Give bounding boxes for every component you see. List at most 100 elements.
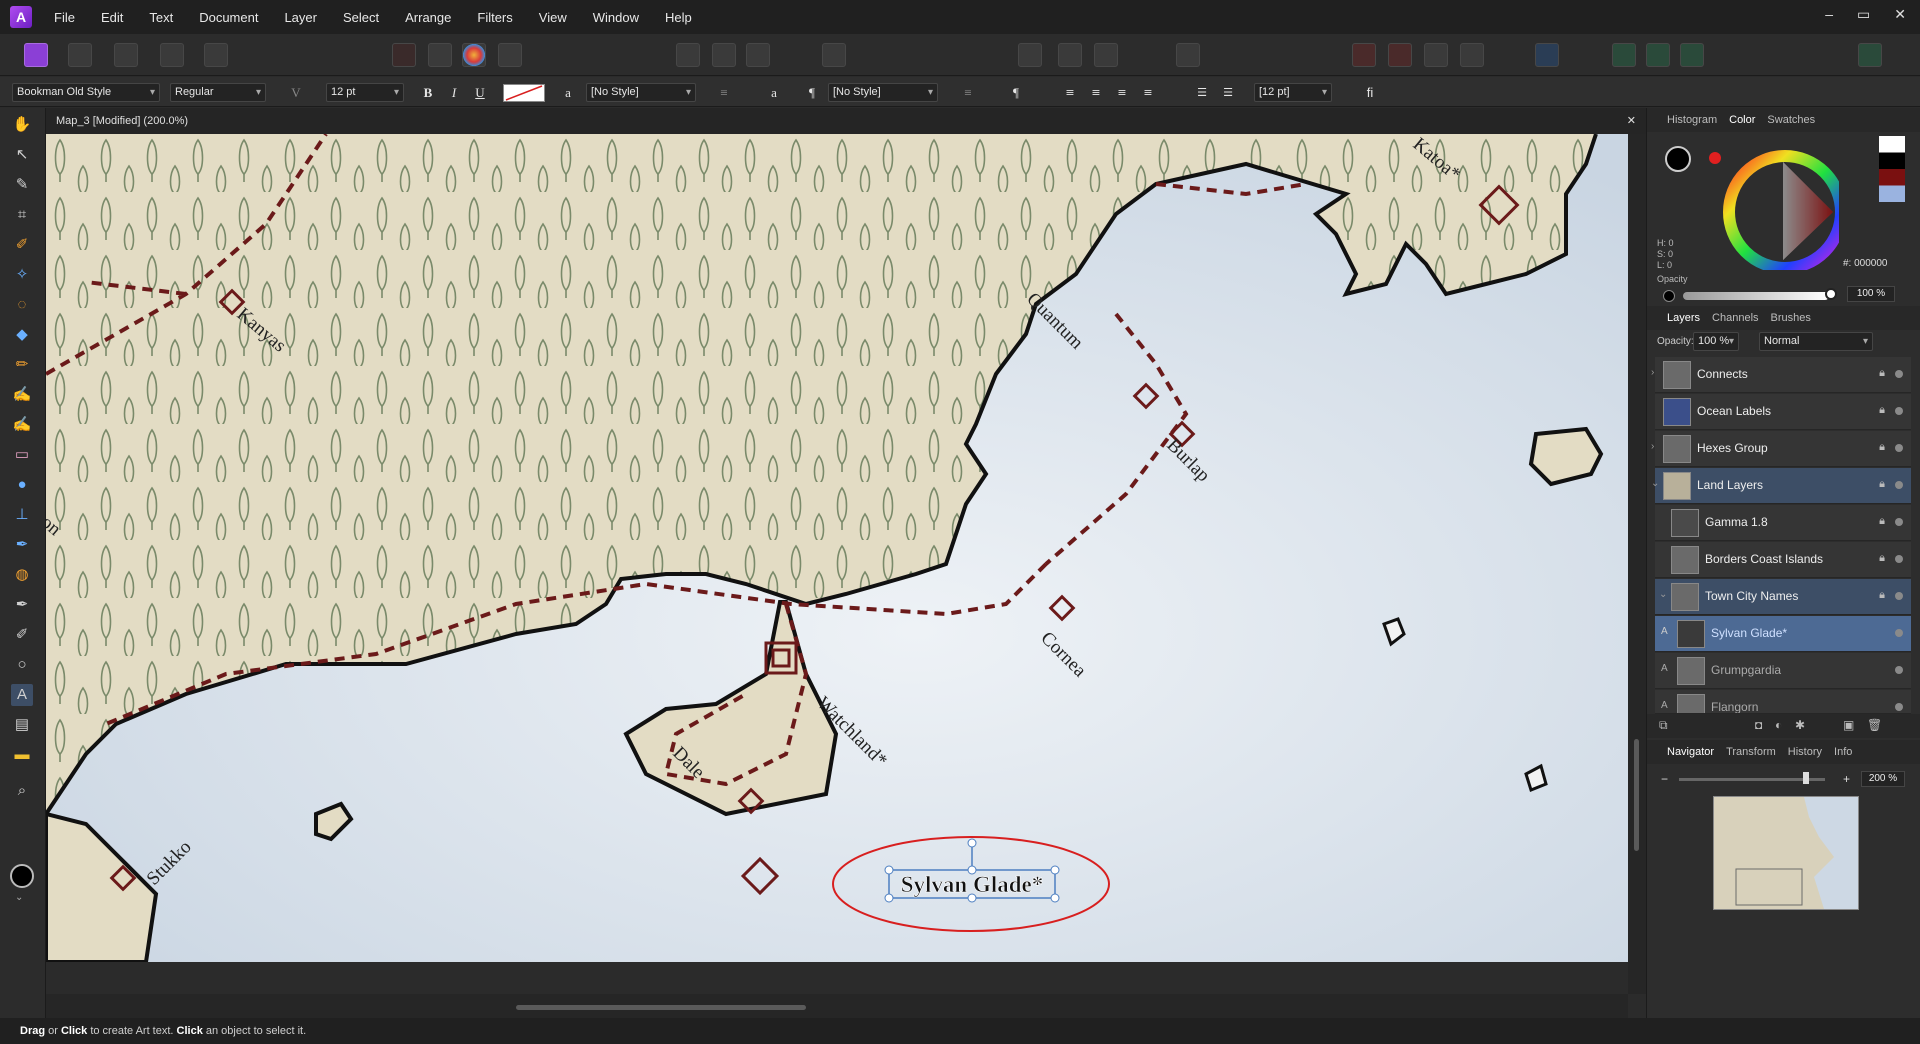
layer-row-connects[interactable]: › Connects 🔒︎ — [1651, 357, 1911, 393]
grid-icon[interactable] — [1058, 43, 1082, 67]
account-icon[interactable] — [1858, 43, 1882, 67]
layer-opacity-select[interactable]: 100 % — [1693, 332, 1739, 351]
zoom-tool-icon[interactable]: ⌕ — [11, 780, 33, 802]
node-tool-icon[interactable]: ✎ — [11, 174, 33, 196]
lock-icon[interactable]: 🔒︎ — [1879, 367, 1885, 380]
zoom-value-field[interactable]: 200 % — [1861, 771, 1905, 787]
menu-select[interactable]: Select — [343, 10, 379, 25]
layer-row-hexes-group[interactable]: › Hexes Group 🔒︎ — [1651, 431, 1911, 467]
stamp-icon[interactable]: ⊥ — [11, 504, 33, 526]
selection-brush-icon[interactable]: ✧ — [11, 264, 33, 286]
designer-persona-icon[interactable] — [24, 43, 48, 67]
horizontal-scrollbar[interactable] — [46, 994, 1628, 1018]
pencil-icon[interactable]: ✏ — [11, 354, 33, 376]
menu-document[interactable]: Document — [199, 10, 258, 25]
recent-swatches[interactable] — [1879, 136, 1905, 202]
flood-fill-icon[interactable]: ◆ — [11, 324, 33, 346]
frame-text-tool-icon[interactable]: ▤ — [11, 714, 33, 736]
opacity-slider-handle[interactable] — [1825, 288, 1837, 300]
menu-arrange[interactable]: Arrange — [405, 10, 451, 25]
blend-mode-select[interactable]: Normal — [1759, 332, 1873, 351]
visibility-dot[interactable] — [1895, 481, 1903, 489]
artistic-text-tool-icon[interactable]: A — [11, 684, 33, 706]
align-left-icon[interactable]: ≡ — [1060, 83, 1080, 102]
settings-icon[interactable] — [114, 43, 138, 67]
paragraph-icon[interactable]: ¶ — [802, 83, 822, 102]
divide-icon[interactable] — [1460, 43, 1484, 67]
primary-color-swatch[interactable] — [1665, 146, 1691, 172]
color-wheel-icon[interactable] — [462, 43, 486, 67]
font-style-select[interactable]: Regular — [170, 83, 266, 102]
menu-layer[interactable]: Layer — [284, 10, 317, 25]
tab-color[interactable]: Color — [1729, 114, 1755, 126]
close-document-button[interactable]: ✕ — [1627, 108, 1636, 134]
layer-row-grumpgardia[interactable]: A Grumpgardia — [1655, 653, 1911, 689]
align-center-icon[interactable]: ≡ — [1086, 83, 1106, 102]
arrange-back-icon[interactable] — [712, 43, 736, 67]
hand-tool-icon[interactable]: ✋ — [11, 114, 33, 136]
maximize-button[interactable]: ▭ — [1857, 6, 1870, 23]
char-style-icon[interactable]: a — [558, 83, 578, 102]
expand-arrow-icon[interactable]: › — [1651, 441, 1654, 452]
pencil-vector-icon[interactable]: ✐ — [11, 624, 33, 646]
zoom-slider-handle[interactable] — [1803, 772, 1809, 784]
paragraph-panel-button[interactable]: ¶ — [1006, 83, 1026, 102]
tab-brushes[interactable]: Brushes — [1771, 312, 1811, 324]
snapping-icon[interactable] — [1018, 43, 1042, 67]
pixel-persona-icon[interactable] — [68, 43, 92, 67]
align-icon[interactable] — [1535, 43, 1559, 67]
measure-tool-icon[interactable]: ▬ — [11, 744, 33, 766]
visibility-dot[interactable] — [1895, 592, 1903, 600]
delete-layer-icon[interactable]: 🗑︎ — [1867, 718, 1882, 732]
zoom-in-button[interactable]: + — [1843, 772, 1850, 786]
layer-row-ocean-labels[interactable]: Ocean Labels 🔒︎ — [1655, 394, 1911, 430]
selected-art-text[interactable]: Sylvan Glade* — [900, 872, 1044, 898]
layer-row-town-city-names[interactable]: ⌄ Town City Names 🔒︎ — [1655, 579, 1911, 615]
menu-edit[interactable]: Edit — [101, 10, 123, 25]
add-union-icon[interactable] — [1352, 43, 1376, 67]
tab-swatches[interactable]: Swatches — [1767, 114, 1815, 126]
map-illustration[interactable]: Kanyas Quantum Burlap Cornea Watchland* … — [46, 134, 1628, 962]
crop-tool-icon[interactable]: ⌗ — [11, 204, 33, 226]
tab-history[interactable]: History — [1788, 746, 1822, 758]
text-color-swatch[interactable] — [503, 84, 545, 102]
smudge-icon[interactable]: ● — [11, 474, 33, 496]
adjust-icon[interactable] — [428, 43, 452, 67]
export-persona-icon[interactable] — [204, 43, 228, 67]
character-style-select[interactable]: [No Style] — [586, 83, 696, 102]
undo-history-icon[interactable] — [1094, 43, 1118, 67]
paragraph-style-select[interactable]: [No Style] — [828, 83, 938, 102]
tab-navigator[interactable]: Navigator — [1667, 746, 1714, 758]
layer-row-flangorn[interactable]: A Flangorn — [1655, 690, 1911, 714]
minimize-button[interactable]: – — [1825, 6, 1833, 23]
live-filter-icon[interactable]: ✱ — [1795, 718, 1805, 732]
lock-icon[interactable]: 🔒︎ — [1879, 404, 1885, 417]
adjustment-icon[interactable]: ◐ — [1775, 718, 1782, 732]
expand-arrow-icon[interactable]: › — [1651, 367, 1654, 378]
bold-button[interactable]: B — [418, 83, 438, 102]
vertical-scrollbar[interactable] — [1628, 134, 1646, 994]
fx-icon[interactable] — [498, 43, 522, 67]
opacity-value-field[interactable]: 100 % — [1847, 286, 1895, 302]
char-style-options-icon[interactable]: ≡ — [714, 83, 734, 102]
close-window-button[interactable]: ✕ — [1894, 6, 1906, 23]
swap-colors-icon[interactable]: ⌄ — [15, 892, 23, 903]
lock-icon[interactable]: 🔒︎ — [1879, 589, 1885, 602]
view-split-icon[interactable] — [1646, 43, 1670, 67]
visibility-dot[interactable] — [1895, 629, 1903, 637]
visibility-dot[interactable] — [1895, 555, 1903, 563]
lock-icon[interactable]: 🔒︎ — [1879, 552, 1885, 565]
eraser-icon[interactable]: ▭ — [11, 444, 33, 466]
numbered-list-icon[interactable]: ☰ — [1218, 83, 1238, 102]
brush-icon[interactable]: ✍ — [11, 384, 33, 406]
assistant-icon[interactable] — [1176, 43, 1200, 67]
subtract-icon[interactable] — [1388, 43, 1412, 67]
menu-filters[interactable]: Filters — [477, 10, 512, 25]
visibility-dot[interactable] — [1895, 518, 1903, 526]
para-style-options-icon[interactable]: ≡ — [958, 83, 978, 102]
view-mode-icon[interactable] — [1612, 43, 1636, 67]
visibility-dot[interactable] — [1895, 407, 1903, 415]
bullet-list-icon[interactable]: ☰ — [1192, 83, 1212, 102]
collapse-arrow-icon[interactable]: ⌄ — [1651, 478, 1659, 489]
pixel-brush-icon[interactable]: ✍ — [11, 414, 33, 436]
